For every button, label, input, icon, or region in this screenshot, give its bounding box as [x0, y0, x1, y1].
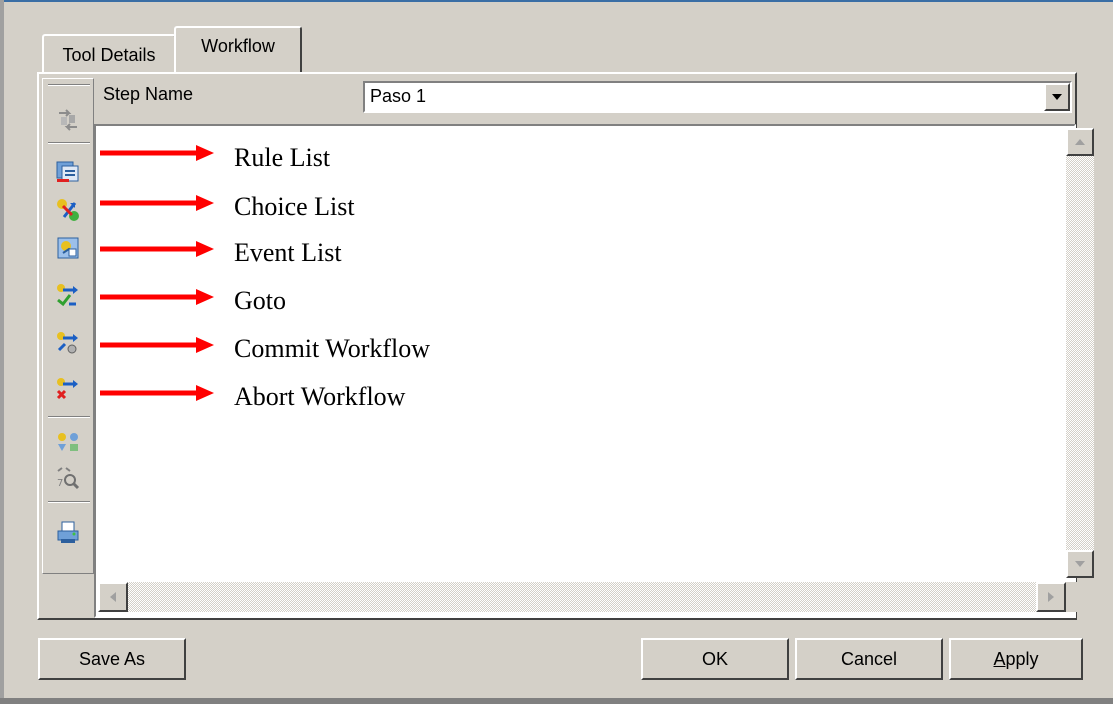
print-icon[interactable]	[52, 517, 84, 547]
annotation-arrow	[100, 195, 214, 211]
cancel-label: Cancel	[840, 648, 898, 669]
annotation-arrow	[100, 289, 214, 305]
scroll-right-button[interactable]	[1036, 582, 1066, 612]
combo-dropdown-button[interactable]	[1044, 83, 1070, 111]
goto-icon[interactable]	[52, 280, 84, 310]
step-name-value: Paso 1	[370, 86, 427, 106]
scrollbar-corner	[1066, 582, 1096, 612]
apply-label: Apply	[993, 649, 1038, 670]
event-list-icon[interactable]	[52, 233, 84, 263]
apply-accelerator: A	[993, 648, 1006, 669]
annotation-arrow	[100, 337, 214, 353]
arrow-up-icon	[1075, 139, 1085, 145]
tab-label: Tool Details	[62, 44, 156, 65]
toolbar-separator	[48, 416, 90, 418]
apply-label-rest: pply	[1005, 648, 1039, 669]
cancel-button[interactable]: Cancel	[795, 638, 943, 680]
choice-list-label: Choice List	[234, 192, 355, 221]
commit-workflow-icon[interactable]	[52, 328, 84, 358]
window-top-edge	[0, 0, 1113, 2]
vertical-scrollbar[interactable]	[1066, 128, 1094, 578]
tab-tool-details[interactable]: Tool Details	[42, 34, 176, 74]
commit-workflow-label: Commit Workflow	[234, 334, 431, 363]
toolbar-separator	[48, 142, 90, 144]
apply-button[interactable]: Apply	[949, 638, 1083, 680]
arrow-right-icon	[1048, 592, 1054, 602]
scroll-up-button[interactable]	[1066, 128, 1094, 156]
scroll-down-button[interactable]	[1066, 550, 1094, 578]
rule-list-label: Rule List	[234, 143, 331, 172]
svg-text:7: 7	[57, 478, 63, 489]
tab-workflow[interactable]: Workflow	[174, 26, 302, 72]
save-as-button[interactable]: Save As	[38, 638, 186, 680]
step-name-label: Step Name	[103, 84, 194, 104]
rule-list-icon[interactable]	[52, 157, 84, 187]
choice-list-icon[interactable]	[52, 195, 84, 225]
chevron-down-icon	[1052, 94, 1062, 100]
workflow-toolbar	[42, 78, 94, 574]
event-list-label: Event List	[234, 238, 342, 267]
tab-label: Workflow	[201, 35, 275, 56]
toolbar-separator	[48, 501, 90, 503]
annotation-arrow	[100, 385, 214, 401]
add-step-icon[interactable]	[52, 105, 84, 135]
shapes-icon[interactable]	[52, 428, 84, 458]
abort-workflow-icon[interactable]	[52, 374, 84, 404]
arrow-down-icon	[1075, 561, 1085, 567]
save-as-label: Save As	[78, 648, 146, 669]
goto-label: Goto	[234, 286, 286, 315]
scroll-left-button[interactable]	[98, 582, 128, 612]
window-left-edge	[0, 0, 4, 704]
zoom-icon[interactable]: 7	[52, 462, 84, 492]
abort-workflow-label: Abort Workflow	[234, 382, 406, 411]
annotation-arrow	[100, 241, 214, 257]
horizontal-scrollbar[interactable]	[98, 582, 1066, 612]
ok-button[interactable]: OK	[641, 638, 789, 680]
annotation-arrow	[100, 145, 214, 161]
window-bottom-edge	[0, 698, 1113, 704]
arrow-left-icon	[110, 592, 116, 602]
ok-label: OK	[701, 648, 728, 669]
step-name-combobox[interactable]: Paso 1	[363, 81, 1072, 113]
toolbar-separator	[48, 84, 90, 86]
